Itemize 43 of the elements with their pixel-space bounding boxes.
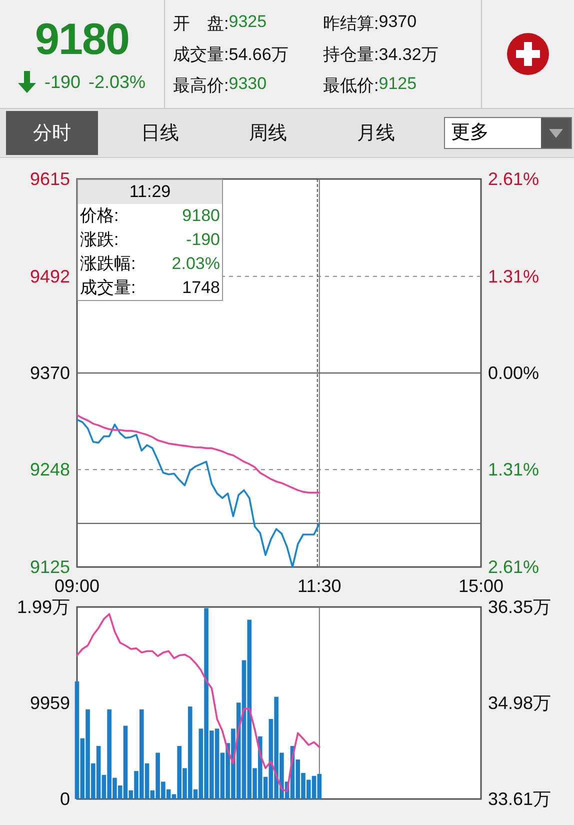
axis-label: 1.31% xyxy=(488,460,540,480)
axis-label: 9615 xyxy=(30,170,70,189)
axis-label: 2.61% xyxy=(488,170,540,189)
axis-label: 2.61% xyxy=(488,557,540,577)
last-price: 9180 xyxy=(35,15,129,65)
stat-value: 9330 xyxy=(228,74,267,94)
axis-label: 33.61万 xyxy=(488,789,552,809)
percent-change: -2.03% xyxy=(88,72,146,92)
stat-value: 54.66万 xyxy=(228,44,288,66)
price-change: -190 xyxy=(44,72,80,92)
tooltip-value: 1748 xyxy=(182,277,220,299)
tooltip-label: 价格: xyxy=(80,205,119,227)
axis-label: 9125 xyxy=(30,557,70,577)
tooltip-value: 9180 xyxy=(182,205,220,227)
axis-label: 0 xyxy=(60,789,70,809)
axis-label: 09:00 xyxy=(54,576,100,596)
tooltip-label: 涨跌: xyxy=(80,229,119,251)
stat-value: 9125 xyxy=(378,74,417,94)
axis-label: 15:00 xyxy=(458,576,504,596)
axis-label: 9492 xyxy=(30,266,70,286)
stat-label: 成交量: xyxy=(173,44,229,66)
stat-value: 9370 xyxy=(378,12,417,32)
tooltip-label: 涨跌幅: xyxy=(80,253,136,275)
stat-label: 最低价: xyxy=(323,74,379,96)
axis-label: 11:30 xyxy=(298,576,342,596)
stat-label: 昨结算: xyxy=(323,12,379,34)
tooltip-value: -190 xyxy=(186,229,220,251)
tooltip-time: 11:29 xyxy=(78,180,222,204)
stat-label: 最高价: xyxy=(173,74,229,96)
axis-label: 36.35万 xyxy=(488,598,552,617)
axis-label: 34.98万 xyxy=(488,693,552,713)
axis-label: 9248 xyxy=(30,460,70,480)
tooltip-label: 成交量: xyxy=(80,277,136,299)
stat-value: 34.32万 xyxy=(378,44,438,66)
stat-label: 开 盘: xyxy=(173,12,229,34)
axis-label: 1.31% xyxy=(488,266,540,286)
axis-label: 0.00% xyxy=(488,363,540,383)
tooltip-value: 2.03% xyxy=(172,253,220,275)
stat-label: 持仓量: xyxy=(323,44,379,66)
axis-label: 9370 xyxy=(30,363,70,383)
axis-label: 9959 xyxy=(30,693,70,713)
stat-value: 9325 xyxy=(228,12,267,32)
axis-label: 1.99万 xyxy=(16,598,70,617)
